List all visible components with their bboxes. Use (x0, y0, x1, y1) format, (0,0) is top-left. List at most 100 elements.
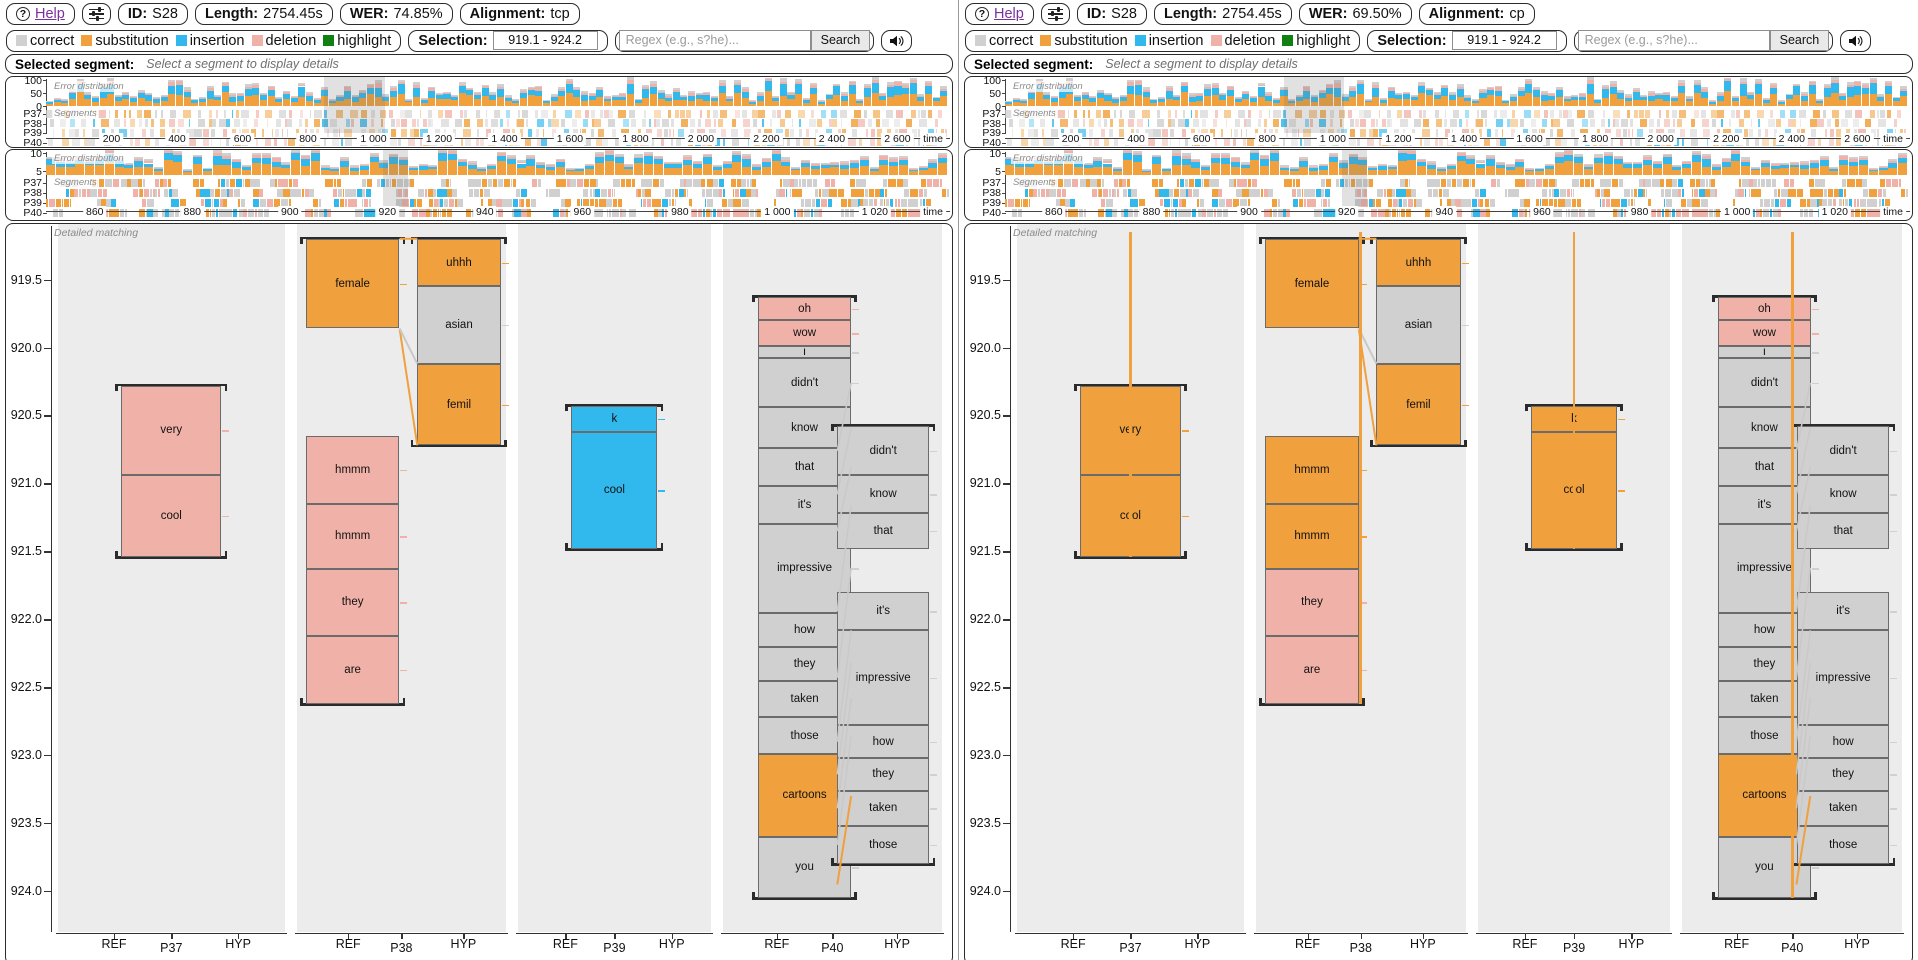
detail-hyp-word[interactable]: uhhh (1376, 238, 1461, 287)
detail-hyp-word[interactable]: that (1796, 513, 1890, 549)
help-label[interactable]: Help (35, 6, 65, 22)
zoom-selection-window[interactable] (1342, 150, 1368, 206)
search-button-right[interactable]: Search (1769, 30, 1830, 51)
detail-hyp-word[interactable]: impressive (836, 630, 930, 726)
detail-hyp-word[interactable]: know (836, 475, 930, 514)
legend-item-substitution[interactable]: substitution (81, 33, 169, 49)
detail-hyp-word[interactable]: uhhh (416, 238, 502, 287)
overview-zoom-window[interactable] (1283, 77, 1345, 133)
zoom-minimap-left[interactable]: 10 5 P37 P38 P39 P40 Error distribution Segment… (5, 149, 953, 221)
search-pill-right[interactable]: Regex (e.g., s?he)... Search (1573, 29, 1834, 52)
zoom-minimap-right[interactable]: 10 5 P37 P38 P39 P40 Error distribution Segment… (964, 149, 1913, 221)
overview-minimap-left[interactable]: 100 50 0 P37 P38 P39 P40 Error distribution Segm… (5, 76, 953, 148)
detail-ref-word[interactable]: wow (1718, 320, 1811, 347)
overview-speaker-row-P37[interactable] (1005, 109, 1910, 118)
detail-hyp-word[interactable]: didn't (836, 426, 930, 476)
detail-ref-word[interactable]: hmmm (306, 435, 400, 504)
audio-button-left[interactable] (881, 29, 913, 52)
legend-item-insertion[interactable]: insertion (175, 33, 245, 49)
overview-speaker-row-P38[interactable] (46, 119, 950, 127)
detail-ref-word[interactable]: hmmm (1265, 503, 1359, 570)
legend-item-correct[interactable]: correct (16, 33, 74, 49)
detail-hyp-word[interactable]: taken (1796, 790, 1890, 826)
zoom-speaker-row-P37[interactable] (1005, 178, 1910, 187)
selection-pill-right[interactable]: Selection: 919.1 - 924.2 (1367, 29, 1567, 52)
detail-hyp-word[interactable]: those (836, 825, 930, 865)
detail-hyp-word[interactable]: didn't (1796, 426, 1890, 476)
search-pill-left[interactable]: Regex (e.g., s?he)... Search (614, 29, 875, 52)
detail-hyp-word[interactable]: how (1796, 725, 1890, 758)
detail-hyp-word[interactable]: taken (836, 790, 930, 826)
detail-hyp-word[interactable]: how (836, 725, 930, 758)
detail-ref-word[interactable]: they (1265, 569, 1359, 636)
detail-column-P40[interactable]: oh wow i didn't know that it's impressive how the… (1676, 224, 1908, 960)
detail-hyp-word[interactable]: femil (1376, 363, 1461, 446)
detail-hyp-word[interactable]: asian (416, 286, 502, 364)
detail-hyp-word[interactable]: femil (416, 363, 502, 446)
detail-hyp-word[interactable]: cool (121, 475, 222, 557)
detail-hyp-word[interactable]: asian (1376, 286, 1461, 364)
selection-input-right[interactable]: 919.1 - 924.2 (1451, 31, 1557, 50)
detail-hyp-word[interactable]: it's (836, 592, 930, 631)
search-button[interactable]: Search (810, 30, 871, 51)
zoom-speaker-row-P37[interactable] (46, 178, 950, 187)
detailed-matching-right[interactable]: Detailed matching 919.5 920.0 920.5 921.0 92… (964, 223, 1913, 960)
detail-column-P37[interactable]: verycoolREFP37HYP (52, 224, 291, 960)
detail-ref-word[interactable]: didn't (1718, 358, 1811, 408)
detail-hyp-word[interactable]: they (1796, 758, 1890, 791)
detail-ref-word[interactable]: female (1265, 238, 1359, 329)
detail-ref-word[interactable]: i (758, 346, 851, 359)
zoom-speaker-row-P38[interactable] (46, 188, 950, 197)
help-label-right[interactable]: Help (994, 6, 1024, 22)
detailed-matching-left[interactable]: Detailed matching 919.5 920.0 920.5 921.0 92… (5, 223, 953, 960)
zoom-speaker-row-P38[interactable] (1005, 188, 1910, 197)
detail-hyp-word[interactable]: it's (1796, 592, 1890, 631)
detail-hyp-word[interactable]: that (836, 513, 930, 549)
detail-ref-word[interactable]: didn't (758, 358, 851, 408)
legend-item-highlight[interactable]: highlight (323, 33, 391, 49)
legend-item-deletion[interactable]: deletion (1210, 33, 1275, 49)
help-button[interactable]: ? Help (6, 3, 75, 25)
detail-ref-word[interactable]: are (306, 635, 400, 704)
detail-column-P37[interactable]: verycoolREFP37HYP (1011, 224, 1250, 960)
settings-button-right[interactable] (1040, 3, 1070, 25)
detail-hyp-word[interactable]: cool (571, 431, 658, 549)
zoom-selection-window[interactable] (382, 150, 408, 206)
help-button-right[interactable]: ? Help (965, 3, 1034, 25)
detail-ref-word[interactable]: hmmm (1265, 435, 1359, 504)
detail-ref-word[interactable]: are (1265, 635, 1359, 704)
settings-button[interactable] (81, 3, 111, 25)
legend-item-correct[interactable]: correct (975, 33, 1033, 49)
regex-input-right[interactable]: Regex (e.g., s?he)... (1577, 30, 1770, 51)
overview-speaker-row-P37[interactable] (46, 109, 950, 118)
detail-column-P39[interactable]: kcoolREFP39HYP (1472, 224, 1677, 960)
legend-item-highlight[interactable]: highlight (1282, 33, 1350, 49)
detail-column-P40[interactable]: oh wow i didn't know that it's impressive how the… (717, 224, 948, 960)
detail-hyp-word[interactable]: know (1796, 475, 1890, 514)
detail-column-P39[interactable]: kcoolREFP39HYP (512, 224, 717, 960)
detail-hyp-word[interactable]: k (571, 405, 658, 432)
selection-pill-left[interactable]: Selection: 919.1 - 924.2 (408, 29, 608, 52)
overview-speaker-row-P38[interactable] (1005, 119, 1910, 127)
legend-item-deletion[interactable]: deletion (251, 33, 316, 49)
detail-ref-word[interactable]: i (1718, 346, 1811, 359)
detail-hyp-word[interactable]: impressive (1796, 630, 1890, 726)
detail-ref-word[interactable]: wow (758, 320, 851, 347)
detail-ref-word[interactable]: female (306, 238, 400, 329)
audio-button-right[interactable] (1840, 29, 1872, 52)
detail-hyp-word[interactable]: they (836, 758, 930, 791)
regex-input[interactable]: Regex (e.g., s?he)... (618, 30, 811, 51)
legend-item-substitution[interactable]: substitution (1040, 33, 1128, 49)
selection-input[interactable]: 919.1 - 924.2 (492, 31, 598, 50)
overview-zoom-window[interactable] (324, 77, 385, 133)
detail-ref-word[interactable]: hmmm (306, 503, 400, 570)
detail-column-P38[interactable]: female hmmm hmmm they are uhhh asian femil REF P3… (291, 224, 513, 960)
detail-hyp-word[interactable]: very (121, 385, 222, 476)
overview-minimap-right[interactable]: 100 50 0 P37 P38 P39 P40 Error distribution Segm… (964, 76, 1913, 148)
detail-ref-word[interactable]: oh (758, 297, 851, 321)
detail-column-P38[interactable]: female hmmm hmmm they are uhhh asian femil REF P3… (1250, 224, 1472, 960)
legend-item-insertion[interactable]: insertion (1134, 33, 1204, 49)
detail-ref-word[interactable]: they (306, 569, 400, 636)
detail-hyp-word[interactable]: those (1796, 825, 1890, 865)
detail-ref-word[interactable]: oh (1718, 297, 1811, 321)
